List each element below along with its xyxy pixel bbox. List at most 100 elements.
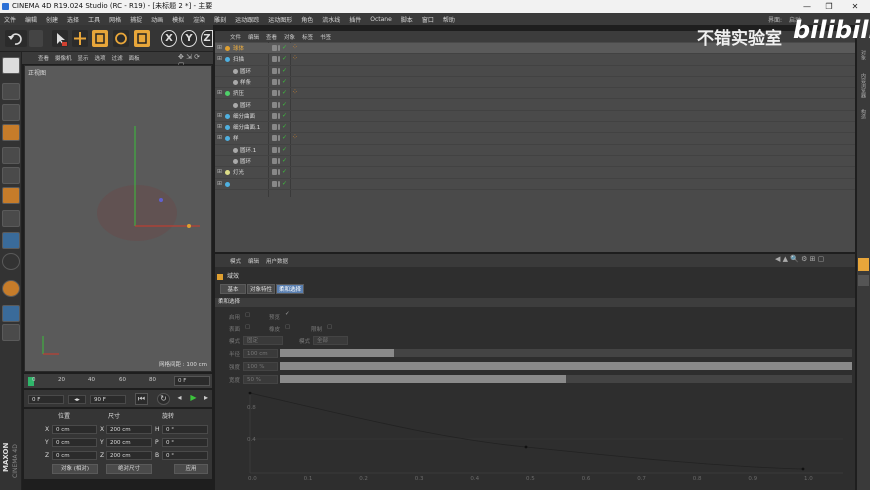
rotation-b-field[interactable]: 0 ° (162, 451, 208, 460)
expand-toggle-icon[interactable]: ⊞ (217, 168, 222, 175)
visibility-flags[interactable]: ✓ (270, 67, 290, 76)
object-name[interactable]: 样条 (240, 78, 251, 86)
visibility-flags[interactable]: ✓ (270, 55, 290, 64)
enabled-check-icon[interactable]: ✓ (282, 55, 287, 62)
visibility-flags[interactable]: ✓ (270, 89, 290, 98)
start-frame-field[interactable]: 0 F (28, 395, 64, 404)
enabled-check-icon[interactable]: ✓ (282, 168, 287, 175)
object-row[interactable]: ⊞ 挤压 ✓ ⁘ (215, 88, 855, 100)
visibility-flags[interactable]: ✓ (270, 157, 290, 166)
menu-motion-tracker[interactable]: 运动跟踪 (235, 15, 259, 24)
visibility-flags[interactable]: ✓ (270, 180, 290, 189)
tag-icon[interactable]: ⁘ (292, 89, 298, 96)
menu-render[interactable]: 渲染 (193, 15, 205, 24)
object-name[interactable]: 挤压 (233, 89, 244, 97)
om-menu-file[interactable]: 文件 (230, 33, 241, 41)
snap-button[interactable] (2, 253, 20, 270)
viewport-front[interactable]: 正视图 网格间距 : 100 cm (24, 65, 212, 372)
preview-checkbox[interactable]: ✓ (285, 311, 290, 317)
radius-field[interactable]: 100 cm (243, 349, 278, 358)
visibility-dots-icon[interactable] (278, 158, 280, 164)
visibility-dots-icon[interactable] (278, 135, 280, 142)
tab-basic[interactable]: 基本 (220, 284, 246, 294)
go-to-start-button[interactable]: ⏮ (135, 393, 148, 405)
vp-menu-panel[interactable]: 面板 (129, 54, 140, 62)
object-name[interactable]: 细分曲面.1 (233, 123, 260, 131)
texture-mode-button[interactable] (2, 104, 20, 121)
edges-mode-button[interactable] (2, 167, 20, 184)
enabled-check-icon[interactable]: ✓ (282, 180, 287, 187)
visibility-dots-icon[interactable] (278, 90, 280, 97)
position-y-field[interactable]: 0 cm (52, 438, 97, 447)
visibility-dots-icon[interactable] (278, 56, 280, 63)
width-field[interactable]: 50 % (243, 375, 278, 384)
menu-script[interactable]: 脚本 (401, 15, 413, 24)
width-slider[interactable] (280, 375, 852, 383)
visibility-flags[interactable]: ✓ (270, 101, 290, 110)
end-frame-field[interactable]: 90 F (90, 395, 126, 404)
model-mode-button[interactable] (2, 83, 20, 100)
tag-icon[interactable]: ⁘ (292, 134, 298, 141)
rotate-tool-button[interactable] (113, 30, 129, 47)
surface-checkbox[interactable]: ▢ (245, 324, 250, 330)
visibility-dots-icon[interactable] (278, 146, 280, 153)
restrict-checkbox[interactable]: ▢ (327, 324, 332, 330)
layer-dot-icon[interactable] (272, 158, 277, 164)
enabled-check-icon[interactable]: ✓ (282, 134, 287, 141)
menu-mograph[interactable]: 运动图形 (268, 15, 292, 24)
layer-dot-icon[interactable] (272, 146, 277, 153)
coord-mode-dropdown[interactable]: 对象 (相对) (52, 464, 98, 474)
object-row[interactable]: ⊞ 细分曲面 ✓ (215, 111, 855, 123)
vp-menu-filter[interactable]: 过滤 (112, 54, 123, 62)
menu-character[interactable]: 角色 (301, 15, 313, 24)
apply-button[interactable]: 应用 (174, 464, 208, 474)
menu-window[interactable]: 窗口 (422, 15, 434, 24)
layer-dot-icon[interactable] (272, 56, 277, 63)
points-mode-button[interactable] (2, 147, 20, 164)
prev-key-button[interactable]: ◂ (173, 393, 186, 405)
menu-simulate[interactable]: 模拟 (172, 15, 184, 24)
enabled-check-icon[interactable]: ✓ (282, 67, 287, 74)
layer-dot-icon[interactable] (272, 90, 277, 97)
size-x-field[interactable]: 200 cm (106, 425, 152, 434)
layer-dot-icon[interactable] (272, 45, 277, 51)
menu-tools[interactable]: 工具 (88, 15, 100, 24)
make-editable-button[interactable] (2, 57, 20, 74)
menu-help[interactable]: 帮助 (443, 15, 455, 24)
enabled-check-icon[interactable]: ✓ (282, 44, 287, 51)
object-name[interactable]: 细分曲面 (233, 112, 255, 120)
visibility-dots-icon[interactable] (278, 45, 280, 51)
expand-toggle-icon[interactable]: ⊞ (217, 44, 222, 51)
enabled-check-icon[interactable]: ✓ (282, 157, 287, 164)
position-z-field[interactable]: 0 cm (52, 451, 97, 460)
x-axis-lock-button[interactable]: X (161, 30, 177, 47)
menu-snap[interactable]: 捕捉 (130, 15, 142, 24)
object-name[interactable]: 样 (233, 134, 239, 142)
visibility-flags[interactable]: ✓ (270, 78, 290, 87)
tab-objects[interactable]: 对象 (860, 50, 867, 60)
tag-icon[interactable]: ⁘ (292, 55, 298, 62)
curve-knot-mid[interactable] (524, 445, 528, 449)
om-menu-tags[interactable]: 标签 (302, 33, 313, 41)
enabled-check-icon[interactable]: ✓ (282, 101, 287, 108)
rubber-checkbox[interactable]: ▢ (285, 324, 290, 330)
frame-stepper[interactable]: ◂▸ (68, 395, 86, 404)
scale-tool-button[interactable] (92, 30, 108, 47)
layer-dot-icon[interactable] (272, 101, 277, 108)
tab-object-properties[interactable]: 对象特性 (247, 284, 275, 294)
expand-toggle-icon[interactable]: ⊞ (217, 55, 222, 62)
visibility-flags[interactable]: ✓ (270, 112, 290, 121)
visibility-flags[interactable]: ✓ (270, 134, 290, 143)
object-name[interactable]: 球体 (233, 44, 244, 52)
workplane-button[interactable] (2, 124, 20, 141)
enable-checkbox[interactable]: ▢ (245, 312, 250, 318)
vp-menu-options[interactable]: 选项 (95, 54, 106, 62)
attributes-tab-button[interactable] (858, 258, 869, 271)
strength-slider[interactable] (280, 362, 852, 370)
mode-dropdown[interactable]: 固定 (243, 336, 283, 345)
move-tool-button[interactable] (72, 30, 88, 47)
menu-pipeline[interactable]: 流水线 (322, 15, 340, 24)
am-menu-edit[interactable]: 编辑 (248, 257, 259, 265)
workplane-lock-button[interactable] (2, 280, 20, 297)
rotation-p-field[interactable]: 0 ° (162, 438, 208, 447)
